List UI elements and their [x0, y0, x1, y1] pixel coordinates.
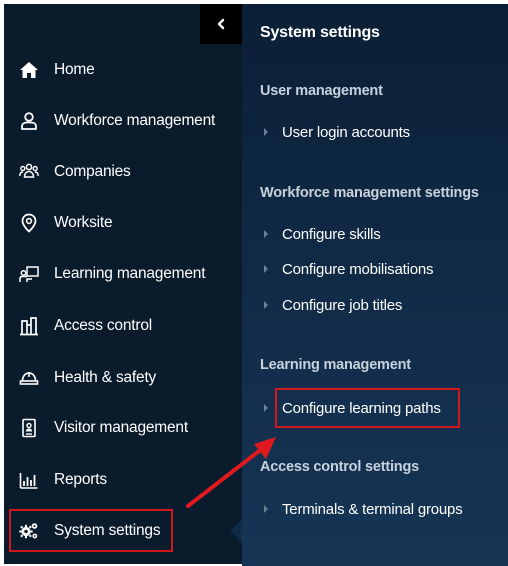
- navigation-screenshot: Home Workforce management Companies Work…: [0, 0, 508, 566]
- menu-item-label: Configure skills: [282, 225, 381, 243]
- bullet-caret-icon: [264, 505, 268, 513]
- menu-item-label: Configure mobilisations: [282, 260, 434, 278]
- collapse-sidebar-button[interactable]: [200, 4, 242, 44]
- sidebar-item-label: Health & safety: [54, 369, 157, 386]
- bullet-caret-icon: [264, 404, 268, 412]
- sidebar-item-label: Home: [54, 61, 95, 78]
- classroom-icon: [18, 263, 40, 285]
- sidebar-item-label: Learning management: [54, 265, 206, 282]
- hard-hat-icon: [18, 367, 40, 389]
- menu-item-configure-mobilisations[interactable]: Configure mobilisations: [260, 257, 434, 281]
- sidebar-item-label: Visitor management: [54, 419, 188, 436]
- badge-icon: [18, 417, 40, 439]
- menu-item-terminals-groups[interactable]: Terminals & terminal groups: [260, 497, 463, 521]
- location-pin-icon: [18, 212, 40, 234]
- section-heading-workforce-settings: Workforce management settings: [260, 185, 479, 201]
- home-icon: [18, 59, 40, 81]
- sidebar-item-label: Companies: [54, 163, 131, 180]
- sidebar-item-health-safety[interactable]: Health & safety: [4, 356, 242, 400]
- sidebar-item-label: Access control: [54, 317, 152, 334]
- menu-item-configure-job-titles[interactable]: Configure job titles: [260, 293, 402, 317]
- sidebar-item-reports[interactable]: Reports: [4, 458, 242, 502]
- menu-item-user-login-accounts[interactable]: User login accounts: [260, 120, 410, 144]
- section-heading-user-management: User management: [260, 83, 383, 99]
- bullet-caret-icon: [264, 301, 268, 309]
- gate-icon: [18, 315, 40, 337]
- sidebar-item-companies[interactable]: Companies: [4, 150, 242, 194]
- sidebar-item-learning-management[interactable]: Learning management: [4, 252, 242, 296]
- section-heading-learning-management: Learning management: [260, 357, 411, 373]
- chevron-left-icon: [217, 18, 225, 30]
- menu-item-label: Terminals & terminal groups: [282, 500, 463, 518]
- sidebar-item-home[interactable]: Home: [4, 48, 242, 92]
- sidebar-item-visitor-management[interactable]: Visitor management: [4, 406, 242, 450]
- person-icon: [18, 110, 40, 132]
- bullet-caret-icon: [264, 265, 268, 273]
- bullet-caret-icon: [264, 230, 268, 238]
- bar-chart-icon: [18, 469, 40, 491]
- sidebar-item-label: Reports: [54, 471, 107, 488]
- highlight-configure-learning-paths: [275, 388, 460, 428]
- sidebar-item-label: Worksite: [54, 214, 113, 231]
- sidebar-item-workforce-management[interactable]: Workforce management: [4, 99, 242, 143]
- group-icon: [18, 161, 40, 183]
- panel-title: System settings: [260, 24, 380, 41]
- bullet-caret-icon: [264, 128, 268, 136]
- section-heading-access-control: Access control settings: [260, 459, 419, 475]
- sidebar-item-label: Workforce management: [54, 112, 216, 129]
- sidebar-item-worksite[interactable]: Worksite: [4, 201, 242, 245]
- highlight-system-settings: [9, 509, 173, 552]
- menu-item-configure-skills[interactable]: Configure skills: [260, 222, 381, 246]
- sidebar-item-access-control[interactable]: Access control: [4, 304, 242, 348]
- menu-item-label: Configure job titles: [282, 296, 403, 314]
- menu-item-label: User login accounts: [282, 123, 410, 141]
